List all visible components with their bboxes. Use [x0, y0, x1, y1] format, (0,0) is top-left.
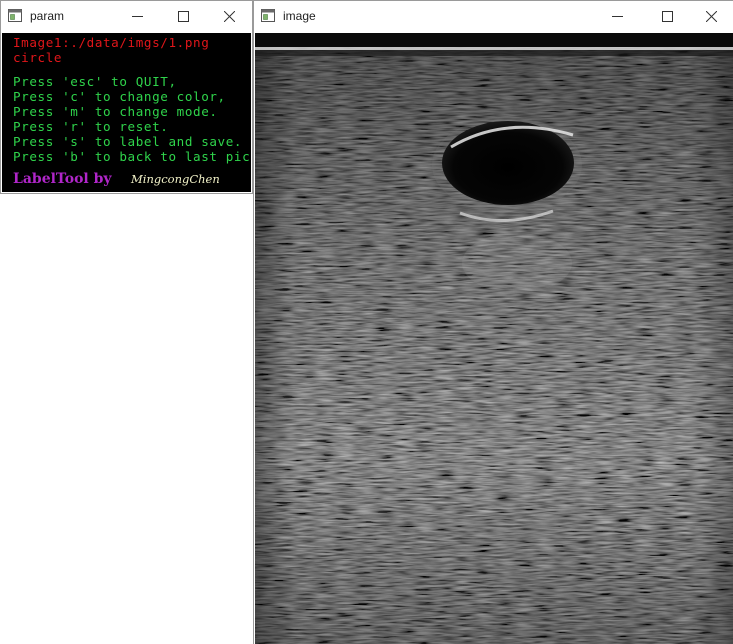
image-maximize-button[interactable]: [644, 1, 690, 32]
brand-text: LabelTool by: [13, 171, 112, 187]
minimize-icon: [611, 16, 623, 17]
minimize-icon: [131, 16, 143, 17]
app-window-icon: [8, 9, 22, 22]
image-titlebar[interactable]: image: [254, 1, 733, 32]
image-minimize-button[interactable]: [594, 1, 640, 32]
ultrasound-image[interactable]: [255, 33, 733, 644]
author-signature: MingcongChen: [131, 172, 220, 186]
image-path-text: Image1:./data/imgs/1.png: [13, 35, 210, 50]
maximize-icon: [177, 11, 189, 22]
param-window-title: param: [30, 9, 65, 23]
help-line-back: Press 'b' to back to last pic: [13, 149, 251, 164]
help-line-reset: Press 'r' to reset.: [13, 119, 169, 134]
param-minimize-button[interactable]: [114, 1, 160, 32]
param-maximize-button[interactable]: [160, 1, 206, 32]
help-line-mode: Press 'm' to change mode.: [13, 104, 218, 119]
image-close-button[interactable]: [688, 1, 733, 32]
help-line-color: Press 'c' to change color,: [13, 89, 226, 104]
maximize-icon: [661, 11, 673, 22]
param-canvas: Image1:./data/imgs/1.png circle Press 'e…: [2, 33, 251, 192]
image-window[interactable]: image: [253, 0, 733, 644]
app-window-icon: [261, 9, 275, 22]
close-icon: [223, 11, 235, 22]
param-titlebar[interactable]: param: [1, 1, 252, 32]
image-window-title: image: [283, 9, 316, 23]
mode-text: circle: [13, 50, 63, 65]
param-close-button[interactable]: [206, 1, 252, 32]
help-line-quit: Press 'esc' to QUIT,: [13, 74, 177, 89]
help-line-save: Press 's' to label and save.: [13, 134, 243, 149]
param-window[interactable]: param Image1:./data/imgs/1.png circle Pr…: [0, 0, 253, 194]
close-icon: [705, 11, 717, 22]
ultrasound-scan: [255, 33, 733, 644]
